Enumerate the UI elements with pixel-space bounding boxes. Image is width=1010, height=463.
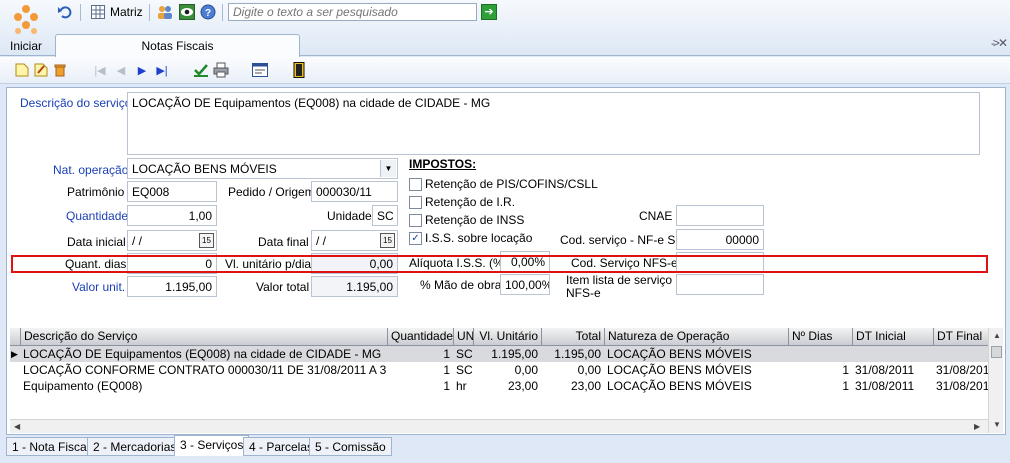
main-toolbar: Iniciar Matriz ? ➔ Notas Fiscais ->✕ (0, 0, 1010, 57)
col-quantidade[interactable]: Quantidade (387, 328, 453, 346)
table-row[interactable]: ▶ LOCAÇÃO DE Equipamentos (EQ008) na cid… (10, 346, 988, 362)
ret-pis-label: Retenção de PIS/COFINS/CSLL (425, 177, 598, 191)
calendar-icon[interactable]: 15 (380, 233, 395, 248)
iss-locacao-label: I.S.S. sobre locação (425, 231, 533, 245)
tab-notas-fiscais[interactable]: Notas Fiscais (55, 34, 300, 57)
row-indicator-icon: ▶ (11, 349, 18, 359)
col-dt-final[interactable]: DT Final (933, 328, 988, 346)
nat-operacao-select[interactable]: LOCAÇÃO BENS MÓVEIS ▼ (127, 158, 398, 179)
data-inicial-label: Data inicial (67, 235, 126, 249)
selected-row-highlight (11, 255, 988, 273)
col-n-dias[interactable]: Nº Dias (788, 328, 852, 346)
pedido-label: Pedido / Origem (228, 185, 315, 199)
start-menu-button[interactable]: Iniciar (10, 39, 42, 53)
search-input[interactable] (228, 3, 477, 21)
tab-comissao[interactable]: 5 - Comissão (309, 437, 392, 456)
search-go-button[interactable]: ➔ (481, 4, 497, 20)
new-document-icon[interactable] (14, 62, 30, 78)
item-lista-label-2: NFS-e (566, 286, 601, 300)
window-form-icon[interactable] (252, 62, 268, 78)
matriz-button[interactable]: Matriz (110, 5, 143, 19)
help-icon[interactable]: ? (199, 3, 217, 21)
patrimonio-field[interactable]: EQ008 (127, 181, 217, 202)
tab-nota-fiscal[interactable]: 1 - Nota Fiscal (6, 437, 96, 456)
table-row[interactable]: LOCAÇÃO CONFORME CONTRATO 000030/11 DE 3… (10, 362, 988, 378)
data-final-field[interactable]: / / 15 (311, 230, 398, 251)
scroll-left-icon[interactable]: ◀ (14, 422, 20, 431)
data-inicial-field[interactable]: / / 15 (127, 230, 217, 251)
unidade-field[interactable]: SC (372, 205, 398, 226)
item-lista-field[interactable] (676, 274, 764, 295)
form-toolbar: |◀ ◀ ▶ ▶| (0, 57, 1010, 84)
tab-parcelas[interactable]: 4 - Parcelas (243, 437, 320, 456)
first-record-icon[interactable]: |◀ (92, 62, 108, 78)
calendar-icon[interactable]: 15 (199, 233, 214, 248)
cnae-label: CNAE (639, 209, 673, 223)
next-record-icon[interactable]: ▶ (134, 62, 150, 78)
valor-total-label: Valor total (256, 280, 310, 294)
cod-nfe-sp-label: Cod. serviço - NF-e SP (560, 233, 684, 247)
confirm-check-icon[interactable] (193, 62, 209, 78)
prev-record-icon[interactable]: ◀ (113, 62, 129, 78)
grid-icon[interactable] (89, 3, 107, 21)
col-descricao[interactable]: Descrição do Serviço (20, 328, 387, 346)
grid-horizontal-scrollbar[interactable]: ◀ ▶ (10, 419, 988, 433)
iss-locacao-checkbox[interactable]: ✓ (409, 232, 422, 245)
cnae-field[interactable] (676, 205, 764, 226)
quantidade-field[interactable]: 1,00 (127, 205, 217, 226)
patrimonio-label: Patrimônio (67, 185, 125, 199)
delete-trash-icon[interactable] (52, 62, 68, 78)
grid-header: Descrição do Serviço Quantidade UN Vl. U… (10, 328, 988, 346)
data-final-label: Data final (258, 235, 309, 249)
services-grid: Descrição do Serviço Quantidade UN Vl. U… (10, 328, 988, 419)
pin-arrow-icon[interactable]: ->✕ (991, 36, 1008, 50)
scroll-up-icon[interactable]: ▲ (993, 331, 1001, 340)
app-logo-icon[interactable] (10, 3, 42, 35)
scroll-down-icon[interactable]: ▼ (993, 420, 1001, 429)
col-dt-inicial[interactable]: DT Inicial (852, 328, 933, 346)
print-icon[interactable] (213, 62, 229, 78)
exit-door-icon[interactable] (291, 62, 307, 78)
nat-operacao-value: LOCAÇÃO BENS MÓVEIS (132, 162, 277, 176)
undo-icon[interactable] (56, 3, 74, 21)
unidade-label: Unidade (327, 209, 372, 223)
tab-servicos[interactable]: 3 - Serviços (174, 435, 250, 456)
col-vl-unitario[interactable]: Vl. Unitário (473, 328, 541, 346)
ret-ir-label: Retenção de I.R. (425, 195, 516, 209)
item-lista-label: Item lista de serviço (566, 273, 673, 287)
scroll-thumb[interactable] (991, 346, 1002, 358)
chevron-down-icon[interactable]: ▼ (380, 160, 396, 177)
mao-obra-label: % Mão de obra (420, 278, 502, 292)
nat-operacao-label: Nat. operação (53, 163, 129, 177)
col-natureza[interactable]: Natureza de Operação (604, 328, 788, 346)
quantidade-label: Quantidade (66, 209, 129, 223)
ret-ir-checkbox[interactable] (409, 196, 422, 209)
valor-unit-field[interactable]: 1.195,00 (127, 276, 217, 297)
pedido-field[interactable]: 000030/11 (311, 181, 398, 202)
edit-document-icon[interactable] (33, 62, 49, 78)
last-record-icon[interactable]: ▶| (154, 62, 170, 78)
svg-text:?: ? (205, 8, 211, 19)
ret-pis-checkbox[interactable] (409, 178, 422, 191)
mao-obra-field[interactable]: 100,00% (500, 274, 550, 295)
impostos-heading: IMPOSTOS: (409, 157, 477, 171)
grid-vertical-scrollbar[interactable]: ▲ ▼ (988, 328, 1003, 433)
col-total[interactable]: Total (541, 328, 604, 346)
valor-unit-label: Valor unit. (72, 280, 126, 294)
eye-icon[interactable] (178, 3, 196, 21)
table-row[interactable]: Equipamento (EQ008) 1 hr 23,00 23,00 LOC… (10, 378, 988, 394)
users-icon[interactable] (156, 3, 174, 21)
scroll-right-icon[interactable]: ▶ (974, 422, 980, 431)
cod-nfe-sp-field[interactable]: 00000 (676, 229, 764, 250)
descricao-textarea[interactable]: LOCAÇÃO DE Equipamentos (EQ008) na cidad… (127, 92, 980, 155)
col-un[interactable]: UN (453, 328, 473, 346)
ret-inss-checkbox[interactable] (409, 214, 422, 227)
ret-inss-label: Retenção de INSS (425, 213, 525, 227)
descricao-label: Descrição do serviço (20, 96, 132, 110)
tab-mercadorias[interactable]: 2 - Mercadorias (87, 437, 183, 456)
valor-total-field: 1.195,00 (311, 276, 398, 297)
